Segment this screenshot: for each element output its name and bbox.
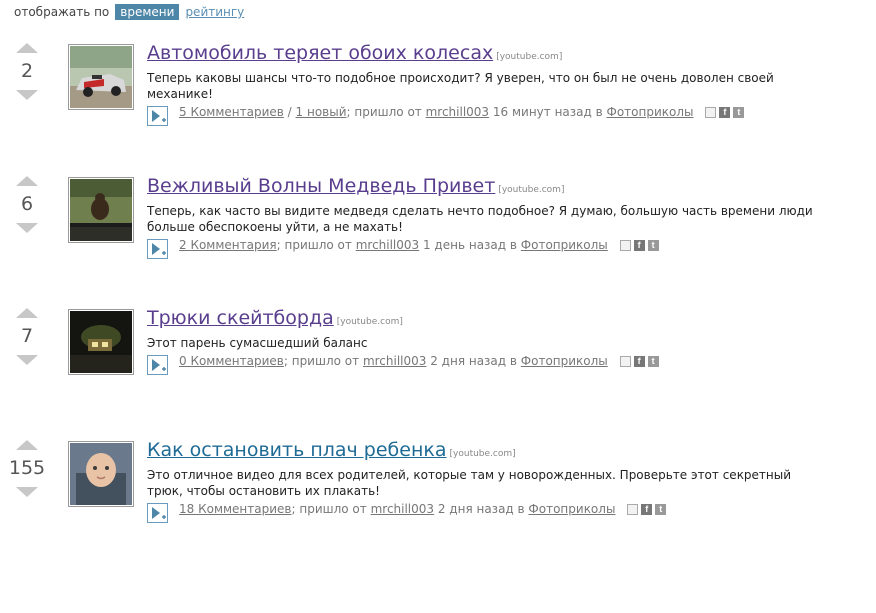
play-add-icon [152, 243, 166, 255]
rally-car-thumbnail-image [70, 46, 132, 108]
video-thumbnail[interactable] [68, 309, 134, 375]
save-icon[interactable] [619, 240, 631, 251]
comments-link[interactable]: 18 Комментариев [179, 502, 292, 516]
sort-bar: отображать по времени рейтингу [14, 4, 244, 20]
vote-widget: 155 [8, 440, 46, 497]
sort-by-time-button[interactable]: времени [115, 4, 180, 20]
category-link[interactable]: Фотоприколы [528, 502, 615, 516]
item-meta: 0 Комментариев; пришло от mrchill003 2 д… [147, 353, 846, 375]
save-icon[interactable] [705, 107, 717, 118]
play-add-button[interactable] [147, 106, 168, 126]
user-link[interactable]: mrchill003 [356, 238, 419, 252]
bear-thumbnail-image [70, 179, 132, 241]
item-meta: 18 Комментариев; пришло от mrchill003 2 … [147, 501, 846, 523]
item-meta: 2 Комментария; пришло от mrchill003 1 де… [147, 237, 846, 259]
facebook-icon[interactable]: f [641, 504, 653, 515]
meta-separator: / [283, 105, 296, 119]
posted-by-text: ; пришло от [291, 502, 371, 516]
item-description: Это отличное видео для всех родителей, к… [147, 468, 792, 498]
item-body: Вежливый Волны Медведь Привет [youtube.co… [147, 174, 846, 259]
video-thumbnail[interactable] [68, 44, 134, 110]
twitter-icon[interactable]: t [655, 504, 667, 515]
play-add-button[interactable] [147, 239, 168, 259]
vote-score: 6 [20, 193, 34, 215]
posted-by-text: ; пришло от [283, 354, 363, 368]
item-source: [youtube.com] [336, 317, 403, 327]
sort-label: отображать по [14, 5, 110, 19]
facebook-icon[interactable]: f [719, 107, 731, 118]
play-add-icon [152, 359, 166, 371]
item-title-link[interactable]: Автомобиль теряет обоих колесах [147, 42, 493, 64]
twitter-icon[interactable]: t [733, 107, 745, 118]
vote-score: 2 [20, 60, 34, 82]
skateboard-thumbnail-image [70, 311, 132, 373]
item-body: Трюки скейтборда [youtube.com] Этот парен… [147, 306, 846, 375]
comments-link[interactable]: 2 Комментария [179, 238, 277, 252]
downvote-icon[interactable] [16, 487, 38, 497]
posted-time: 16 минут назад в [489, 105, 607, 119]
downvote-icon[interactable] [16, 90, 38, 100]
upvote-icon[interactable] [16, 176, 38, 186]
vote-widget: 7 [8, 308, 46, 365]
item-body: Автомобиль теряет обоих колесах [youtube.… [147, 41, 846, 126]
item-source: [youtube.com] [496, 52, 563, 62]
item-title-link[interactable]: Вежливый Волны Медведь Привет [147, 175, 495, 197]
item-title-link[interactable]: Трюки скейтборда [147, 307, 334, 329]
posted-time: 2 дня назад в [426, 354, 521, 368]
video-thumbnail[interactable] [68, 441, 134, 507]
downvote-icon[interactable] [16, 223, 38, 233]
posted-by-text: ; пришло от [346, 105, 426, 119]
posted-by-text: ; пришло от [276, 238, 356, 252]
category-link[interactable]: Фотоприколы [521, 354, 608, 368]
save-icon[interactable] [627, 504, 639, 515]
user-link[interactable]: mrchill003 [363, 354, 426, 368]
vote-score: 7 [20, 325, 34, 347]
category-link[interactable]: Фотоприколы [607, 105, 694, 119]
vote-score: 155 [8, 457, 46, 479]
facebook-icon[interactable]: f [633, 356, 645, 367]
baby-thumbnail-image [70, 443, 132, 505]
item-description: Этот парень сумасшедший баланс [147, 336, 368, 350]
facebook-icon[interactable]: f [633, 240, 645, 251]
upvote-icon[interactable] [16, 440, 38, 450]
comments-link[interactable]: 0 Комментариев [179, 354, 284, 368]
item-description: Теперь, как часто вы видите медведя сдел… [147, 204, 813, 234]
vote-widget: 6 [8, 176, 46, 233]
downvote-icon[interactable] [16, 355, 38, 365]
user-link[interactable]: mrchill003 [371, 502, 434, 516]
item-description: Теперь каковы шансы что-то подобное прои… [147, 71, 774, 101]
play-add-icon [152, 507, 166, 519]
comments-link[interactable]: 5 Комментариев [179, 105, 284, 119]
play-add-button[interactable] [147, 355, 168, 375]
posted-time: 2 дня назад в [434, 502, 529, 516]
sort-by-rating-link[interactable]: рейтингу [185, 5, 244, 19]
item-source: [youtube.com] [449, 449, 516, 459]
vote-widget: 2 [8, 43, 46, 100]
save-icon[interactable] [619, 356, 631, 367]
new-comments-link[interactable]: 1 новый [296, 105, 347, 119]
posted-time: 1 день назад в [419, 238, 521, 252]
twitter-icon[interactable]: t [647, 240, 659, 251]
item-body: Как остановить плач ребенка [youtube.com]… [147, 438, 846, 523]
twitter-icon[interactable]: t [647, 356, 659, 367]
item-title-link[interactable]: Как остановить плач ребенка [147, 439, 447, 461]
item-meta: 5 Комментариев / 1 новый; пришло от mrch… [147, 104, 846, 126]
play-add-button[interactable] [147, 503, 168, 523]
user-link[interactable]: mrchill003 [426, 105, 489, 119]
upvote-icon[interactable] [16, 308, 38, 318]
video-thumbnail[interactable] [68, 177, 134, 243]
play-add-icon [152, 110, 166, 122]
item-source: [youtube.com] [498, 185, 565, 195]
upvote-icon[interactable] [16, 43, 38, 53]
category-link[interactable]: Фотоприколы [521, 238, 608, 252]
